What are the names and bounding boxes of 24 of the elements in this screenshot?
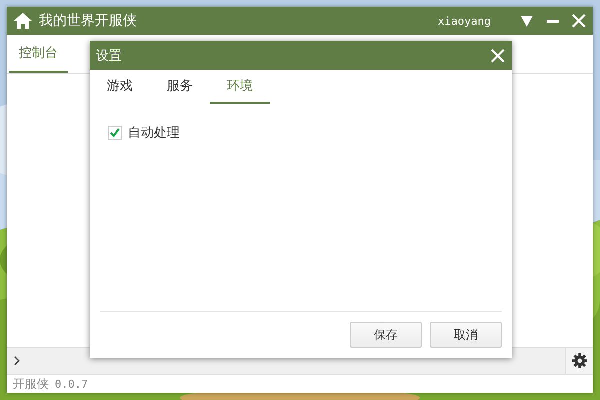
app-name: 开服侠 — [13, 376, 49, 392]
dialog-button[interactable]: 取消 — [430, 322, 502, 348]
close-icon — [490, 48, 506, 64]
checkbox[interactable] — [108, 126, 122, 140]
home-icon — [13, 12, 33, 30]
close-icon — [571, 13, 587, 29]
gear-icon — [572, 353, 588, 369]
dropdown-button[interactable] — [519, 13, 535, 29]
minimize-icon — [547, 20, 559, 23]
dialog-button[interactable]: 保存 — [350, 322, 422, 348]
window-title: 我的世界开服侠 — [39, 12, 138, 30]
dialog-title: 设置 — [96, 48, 123, 64]
settings-button[interactable] — [565, 348, 593, 374]
tab[interactable]: 控制台 — [9, 35, 68, 73]
close-button[interactable] — [490, 48, 506, 64]
tab[interactable]: 环境 — [210, 70, 270, 104]
tab[interactable]: 游戏 — [90, 70, 150, 104]
chevron-right-icon — [13, 356, 21, 366]
close-button[interactable] — [571, 13, 587, 29]
tab[interactable]: 服务 — [150, 70, 210, 104]
triangle-down-icon — [519, 13, 535, 29]
version-number: 0.0.7 — [55, 378, 88, 390]
username: xiaoyang — [438, 14, 491, 28]
checkbox-label: 自动处理 — [128, 125, 180, 142]
